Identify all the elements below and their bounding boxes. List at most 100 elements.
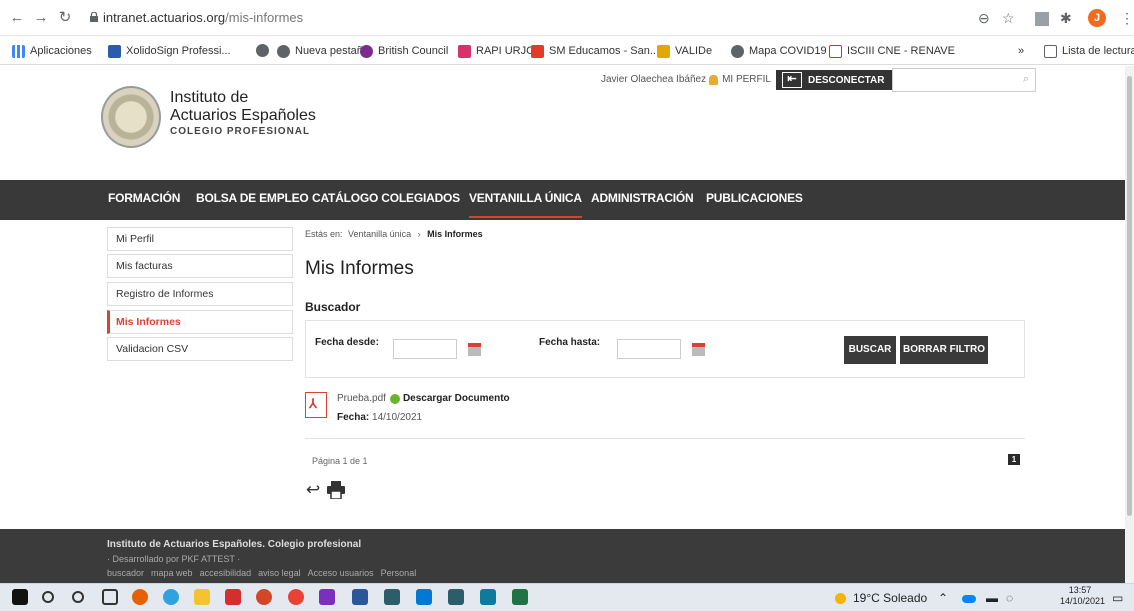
- outlook-icon[interactable]: [416, 589, 432, 605]
- amazon-music-icon[interactable]: [319, 589, 335, 605]
- scrollbar[interactable]: [1125, 66, 1134, 583]
- page-number-button[interactable]: 1: [1008, 454, 1020, 465]
- media-player-icon[interactable]: [480, 589, 496, 605]
- tray-chevron-icon[interactable]: ⌃: [938, 590, 948, 606]
- nav-ventanilla-unica[interactable]: VENTANILLA ÚNICA: [469, 191, 582, 218]
- footer-link-mapa-web[interactable]: mapa web: [151, 568, 193, 578]
- excel-icon[interactable]: [512, 589, 528, 605]
- overflow-label: »: [1018, 45, 1025, 57]
- browser-toolbar: ← → ↻ intranet.actuarios.org/mis-informe…: [0, 0, 1134, 36]
- date-from-label: Fecha desde:: [315, 337, 379, 348]
- nav-bolsa-empleo[interactable]: BOLSA DE EMPLEO: [196, 191, 309, 205]
- file-explorer-icon[interactable]: [194, 589, 210, 605]
- scrollbar-thumb[interactable]: [1127, 76, 1132, 516]
- bookmarks-overflow[interactable]: »: [1018, 44, 1024, 58]
- bookmark-globe[interactable]: [256, 44, 274, 57]
- search-button[interactable]: BUSCAR: [844, 336, 896, 364]
- institute-logo[interactable]: [101, 86, 161, 148]
- back-arrow-icon[interactable]: ↩: [306, 481, 320, 499]
- nav-publicaciones[interactable]: PUBLICACIONES: [706, 191, 803, 205]
- battery-icon[interactable]: ▬: [986, 590, 998, 606]
- reading-list-icon: [1044, 44, 1057, 58]
- bookmark-valide[interactable]: VALIDe: [657, 44, 712, 58]
- date-from-input[interactable]: [393, 339, 457, 359]
- bookmark-label: RAPI URJC: [476, 45, 535, 57]
- windows-start-icon[interactable]: [12, 589, 28, 605]
- bookmark-isciii[interactable]: ISCIII CNE - RENAVE: [829, 44, 955, 58]
- search-icon[interactable]: ⌕: [1023, 73, 1029, 86]
- download-document-link[interactable]: Descargar Documento: [403, 393, 510, 404]
- calendar-icon[interactable]: [468, 343, 481, 356]
- globe-icon: [277, 44, 290, 58]
- sidebar-item-mis-facturas[interactable]: Mis facturas: [107, 254, 293, 278]
- firefox-icon[interactable]: [132, 589, 148, 605]
- footer-link-personal[interactable]: Personal: [381, 568, 417, 578]
- cortana-icon[interactable]: [72, 591, 84, 603]
- footer-link-buscador[interactable]: buscador: [107, 568, 144, 578]
- extension-icon[interactable]: [1035, 12, 1049, 26]
- bookmark-apps[interactable]: Aplicaciones: [12, 44, 92, 58]
- app-icon[interactable]: [384, 589, 400, 605]
- bookmark-sm-educamos[interactable]: SM Educamos - San...: [531, 44, 659, 58]
- print-icon[interactable]: [326, 481, 346, 499]
- logout-button[interactable]: ⇤ DESCONECTAR: [776, 70, 892, 90]
- taskbar-clock[interactable]: 13:57 14/10/2021: [1060, 585, 1105, 607]
- back-icon[interactable]: ←: [8, 9, 26, 27]
- rapi-icon: [458, 44, 471, 58]
- pagination-info: Página 1 de 1: [312, 456, 368, 466]
- pdf-file-icon[interactable]: ⅄: [305, 392, 327, 418]
- zoom-icon[interactable]: ⊖: [978, 9, 990, 27]
- calendar-icon[interactable]: [692, 343, 705, 356]
- bookmark-label: Nueva pestaña: [295, 45, 369, 57]
- weather-icon[interactable]: [835, 590, 846, 606]
- search-icon[interactable]: [42, 591, 54, 603]
- logo-text-line3: COLEGIO PROFESIONAL: [170, 126, 311, 137]
- acrobat-icon[interactable]: [225, 589, 241, 605]
- bookmark-xolidosign[interactable]: XolidoSign Professi...: [108, 44, 231, 58]
- sidebar-item-validacion-csv[interactable]: Validacion CSV: [107, 337, 293, 361]
- reload-icon[interactable]: ↻: [56, 9, 74, 27]
- download-icon[interactable]: [389, 393, 400, 404]
- puzzle-icon[interactable]: ✱: [1060, 9, 1072, 27]
- app-icon[interactable]: [448, 589, 464, 605]
- sidebar-item-registro-informes[interactable]: Registro de Informes: [107, 282, 293, 306]
- date-to-input[interactable]: [617, 339, 681, 359]
- weather-text[interactable]: 19°C Soleado: [853, 590, 927, 606]
- url-field[interactable]: intranet.actuarios.org/mis-informes: [103, 9, 303, 27]
- sidebar-item-mis-informes[interactable]: Mis Informes: [107, 310, 293, 334]
- bookmark-mapa-covid[interactable]: Mapa COVID19: [731, 44, 827, 58]
- menu-icon[interactable]: ⋮: [1120, 9, 1134, 27]
- chrome-icon[interactable]: [288, 589, 304, 605]
- bookmark-rapi-urjc[interactable]: RAPI URJC: [458, 44, 534, 58]
- breadcrumb-parent-link[interactable]: Ventanilla única: [348, 229, 411, 239]
- star-icon[interactable]: ☆: [1002, 9, 1015, 27]
- document-date: Fecha: 14/10/2021: [337, 412, 422, 423]
- word-icon[interactable]: [352, 589, 368, 605]
- reading-list[interactable]: Lista de lectura: [1044, 44, 1134, 58]
- bookmark-nueva-pestana[interactable]: Nueva pestaña: [277, 44, 369, 58]
- footer-link-aviso-legal[interactable]: aviso legal: [258, 568, 301, 578]
- clock-time: 13:57: [1068, 585, 1092, 595]
- notifications-icon[interactable]: ▭: [1112, 590, 1123, 606]
- date-to-label: Fecha hasta:: [539, 337, 601, 348]
- task-view-icon[interactable]: [102, 589, 118, 605]
- clear-filter-button[interactable]: BORRAR FILTRO: [900, 336, 988, 364]
- bookmark-british-council[interactable]: British Council: [360, 44, 448, 58]
- speaker-icon[interactable]: ◌: [1006, 590, 1013, 606]
- sidebar-item-mi-perfil[interactable]: Mi Perfil: [107, 227, 293, 251]
- site-search-input[interactable]: ⌕: [892, 68, 1036, 92]
- forward-icon[interactable]: →: [32, 9, 50, 27]
- onedrive-icon[interactable]: [962, 595, 976, 603]
- footer-link-acceso-usuarios[interactable]: Acceso usuarios: [308, 568, 374, 578]
- nav-catalogo-colegiados[interactable]: CATÁLOGO COLEGIADOS: [312, 191, 460, 205]
- footer-link-accesibilidad[interactable]: accesibilidad: [200, 568, 252, 578]
- profile-avatar[interactable]: J: [1088, 9, 1106, 27]
- breadcrumb: Estás en: Ventanilla única › Mis Informe…: [305, 229, 483, 239]
- powerpoint-icon[interactable]: [256, 589, 272, 605]
- document-name[interactable]: Prueba.pdf: [337, 393, 386, 404]
- nav-administracion[interactable]: ADMINISTRACIÓN: [591, 191, 694, 205]
- profile-link[interactable]: MI PERFIL: [722, 72, 771, 88]
- filter-panel: Fecha desde: Fecha hasta: BUSCAR BORRAR …: [305, 320, 1025, 378]
- nav-formacion[interactable]: FORMACIÓN: [108, 191, 180, 205]
- edge-icon[interactable]: [163, 589, 179, 605]
